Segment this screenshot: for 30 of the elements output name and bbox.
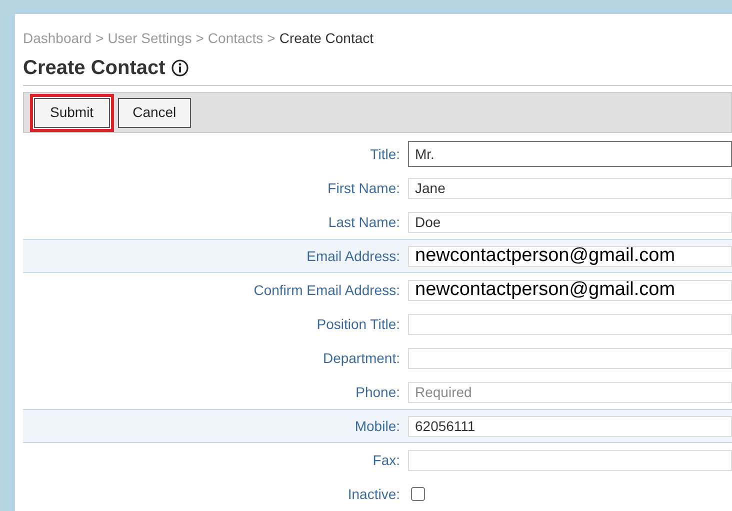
input-field[interactable]: Mr. [408,141,732,167]
input-field[interactable]: Doe [408,212,732,232]
field-label: Position Title: [316,314,401,334]
field-label: Email Address: [306,246,401,266]
field-label: Mobile: [354,416,401,436]
input-field[interactable]: Jane [408,178,732,198]
field-label: Department: [322,348,401,368]
breadcrumb-separator: > [267,29,276,48]
toolbar-button[interactable]: Cancel [118,98,192,128]
input-field[interactable] [408,450,732,470]
toolbar-button[interactable]: Submit [30,94,114,132]
input-field[interactable]: 62056111 [408,416,732,436]
input-field[interactable] [408,314,732,334]
breadcrumb-separator: > [196,29,204,48]
page-title: Create Contact [23,56,166,81]
checkbox[interactable] [411,487,425,501]
field-label: Confirm Email Address: [252,280,401,300]
info-icon[interactable] [171,59,190,77]
field-label: Last Name: [327,212,401,232]
input-field[interactable]: Required [408,382,732,402]
field-label: Inactive: [346,484,401,504]
field-label: Title: [369,144,401,164]
field-label: First Name: [326,178,401,198]
input-field[interactable] [408,348,732,368]
input-field[interactable]: newcontactperson@gmail.com [408,280,732,300]
field-label: Fax: [372,450,401,470]
breadcrumb-separator: > [96,29,104,48]
field-label: Phone: [354,382,401,402]
input-field[interactable]: newcontactperson@gmail.com [408,246,732,266]
breadcrumb-current: Create Contact [279,29,374,48]
